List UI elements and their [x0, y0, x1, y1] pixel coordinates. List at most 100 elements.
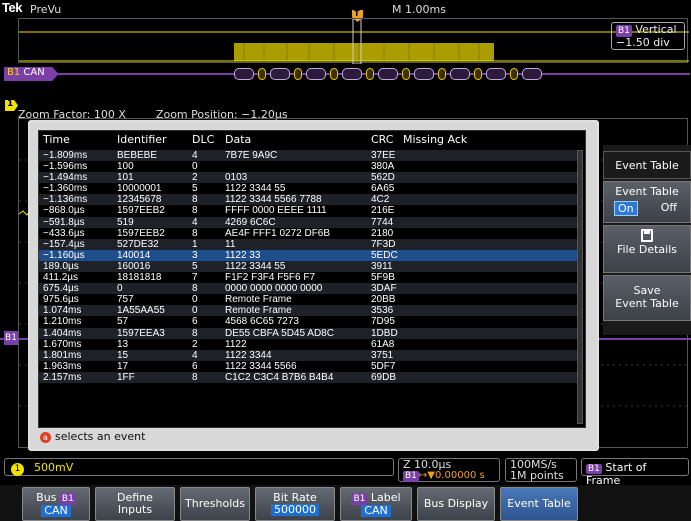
cell-dlc: 2 — [192, 172, 198, 184]
channel1-ground-marker[interactable]: 1 — [5, 100, 18, 111]
table-row[interactable]: −1.360ms 10000001 5 1122 3344 55 6A65 — [39, 183, 577, 194]
cell-crc: 3536 — [371, 305, 394, 317]
bit-rate-button[interactable]: Bit Rate 500000 — [255, 487, 335, 521]
bus-tag[interactable]: B1 CAN — [4, 67, 59, 81]
cell-identifier: 519 — [117, 216, 134, 228]
cell-dlc: 8 — [192, 227, 198, 239]
table-row[interactable]: −868.0µs 1597EEB2 8 FFFF 0000 EEEE 1111 216E — [39, 205, 577, 216]
bus-frame — [270, 68, 290, 80]
bus-display-label: Bus Display — [423, 497, 489, 510]
event-table-label: Event Table — [507, 497, 571, 510]
cell-identifier: 160016 — [117, 260, 151, 272]
table-row-selected[interactable]: −1.160µs 140014 3 1122 33 5EDC — [39, 249, 577, 261]
bus-button-value: CAN — [41, 504, 71, 517]
cell-time: −1.136ms — [43, 194, 88, 206]
label-button-value: CAN — [361, 504, 391, 517]
cell-identifier: 17 — [117, 360, 129, 372]
cell-time: −1.360ms — [43, 183, 88, 195]
event-table-button[interactable]: Event Table — [500, 487, 578, 521]
cell-time: 411.2µs — [43, 272, 79, 284]
table-row[interactable]: 1.404ms 1597EEA3 8 DE55 CBFA 5D45 AD8C 1DBD — [39, 327, 577, 339]
channel1-readout[interactable]: 1 500mV — [4, 458, 394, 476]
table-row[interactable]: −1.136ms 12345678 8 1122 3344 5566 7788 4C2 — [39, 194, 577, 206]
toggle-off[interactable]: Off — [658, 201, 680, 216]
bus-frame — [414, 68, 434, 80]
cell-crc: 6A65 — [371, 183, 395, 195]
table-row[interactable]: −157.4µs 527DE32 1 11 7F3D — [39, 238, 577, 250]
status-bar: 1 500mV Z 10.0µs B1 ↦▼0.00000 s 100MS/s 1M… — [0, 453, 691, 487]
cell-identifier: 18181818 — [117, 272, 162, 284]
cell-data: 7B7E 9A9C — [225, 150, 278, 161]
cell-identifier: 101 — [117, 172, 134, 184]
label-button-badge: B1 — [351, 492, 368, 505]
bus-frame — [342, 68, 362, 80]
cell-dlc: 4 — [192, 349, 198, 361]
overview-waveform — [18, 18, 689, 65]
horizontal-delay: ↦▼0.00000 s — [418, 470, 485, 481]
cell-time: −157.4µs — [43, 238, 85, 250]
col-header-time: Time — [43, 133, 70, 146]
cell-time: −868.0µs — [43, 205, 85, 217]
label-button[interactable]: B1 Label CAN — [340, 487, 412, 521]
bus-select-button[interactable]: Bus B1 CAN — [22, 487, 90, 521]
trigger-bus-badge: B1 — [586, 464, 602, 474]
event-table-window: Time Identifier DLC Data CRC Missing Ack… — [28, 120, 599, 451]
cell-data: 1122 3344 55 — [225, 183, 286, 195]
vertical-value: −1.50 div — [616, 36, 670, 49]
cell-data: 4269 6C6C — [225, 216, 276, 228]
table-row[interactable]: 1.801ms 15 4 1122 3344 3751 — [39, 349, 577, 361]
vertical-position-readout[interactable]: B1 Vertical −1.50 div — [611, 22, 685, 50]
table-row[interactable]: −433.6µs 1597EEB2 8 AE4F FFF1 0272 DF6B 2180 — [39, 228, 577, 239]
table-row[interactable]: 411.2µs 18181818 7 F1F2 F3F4 F5F6 F7 5F9B — [39, 272, 577, 283]
cell-identifier: 12345678 — [117, 194, 162, 206]
cell-crc: 5DF7 — [371, 360, 396, 372]
bus-frame — [402, 68, 410, 80]
file-details-button[interactable]: File Details — [603, 225, 691, 273]
table-row[interactable]: −1.494ms 101 2 0103 562D — [39, 172, 577, 184]
bus-tag-label: CAN — [23, 67, 45, 78]
cell-crc: 216E — [371, 205, 395, 217]
table-row[interactable]: 1.963ms 17 6 1122 3344 5566 5DF7 — [39, 361, 577, 372]
cell-crc: 61A8 — [371, 338, 395, 350]
toggle-on[interactable]: On — [614, 201, 638, 216]
bus-tag-badge: B1 — [7, 67, 21, 78]
thresholds-button[interactable]: Thresholds — [180, 487, 250, 521]
bus-display-button[interactable]: Bus Display — [417, 487, 495, 521]
table-row[interactable]: 1.074ms 1A55AA55 0 Remote Frame 3536 — [39, 305, 577, 317]
cell-dlc: 8 — [192, 205, 198, 217]
horizontal-readout[interactable]: Z 10.0µs B1 ↦▼0.00000 s — [398, 458, 500, 482]
table-row[interactable]: 675.4µs 0 8 0000 0000 0000 0000 3DAF — [39, 283, 577, 295]
table-row[interactable]: −1.596ms 100 0 380A — [39, 161, 577, 172]
cell-crc: 1DBD — [371, 327, 398, 339]
event-table-body: −1.809ms BEBEBE 4 7B7E 9A9C 37EE −1.596ms 100 0… — [39, 150, 577, 383]
table-row[interactable]: 975.6µs 757 0 Remote Frame 20BB — [39, 294, 577, 305]
horizontal-bus-badge: B1 — [403, 471, 419, 482]
cell-dlc: 8 — [192, 327, 198, 339]
col-header-identifier: Identifier — [117, 133, 167, 146]
save-event-table-button[interactable]: Save Event Table — [603, 275, 691, 321]
bus-frame — [306, 68, 326, 80]
define-inputs-button[interactable]: Define Inputs — [95, 487, 175, 521]
overview-trace — [19, 18, 689, 65]
bus-frame — [486, 68, 506, 80]
event-table-toggle[interactable]: Event Table On Off — [603, 181, 691, 223]
bus-position-marker[interactable]: B1 — [4, 331, 18, 345]
cell-data: 1122 — [225, 338, 247, 350]
cell-time: 1.210ms — [43, 316, 82, 328]
table-row[interactable]: 1.670ms 13 2 1122 61A8 — [39, 339, 577, 350]
cell-dlc: 6 — [192, 316, 198, 328]
cell-crc: 5EDC — [371, 249, 398, 261]
table-row[interactable]: −591.8µs 519 4 4269 6C6C 7744 — [39, 216, 577, 228]
table-row[interactable]: 2.157ms 1FF 8 C1C2 C3C4 B7B6 B4B4 69DB — [39, 371, 577, 383]
side-menu: Event Table Event Table On Off File Deta… — [603, 145, 691, 335]
acquisition-readout[interactable]: 100MS/s 1M points — [505, 458, 577, 482]
table-row[interactable]: 1.210ms 57 6 4568 6C65 7273 7D95 — [39, 316, 577, 327]
trigger-readout[interactable]: B1 Start of Frame — [581, 458, 689, 487]
cell-data: 1122 3344 55 — [225, 260, 286, 272]
table-row[interactable]: −1.809ms BEBEBE 4 7B7E 9A9C 37EE — [39, 150, 577, 162]
label-button-label: Label — [370, 490, 401, 504]
table-row[interactable]: 189.0µs 160016 5 1122 3344 55 3911 — [39, 260, 577, 273]
event-table-scrollbar[interactable] — [577, 150, 583, 424]
cell-time: 1.801ms — [43, 349, 82, 361]
thresholds-label: Thresholds — [185, 497, 245, 510]
